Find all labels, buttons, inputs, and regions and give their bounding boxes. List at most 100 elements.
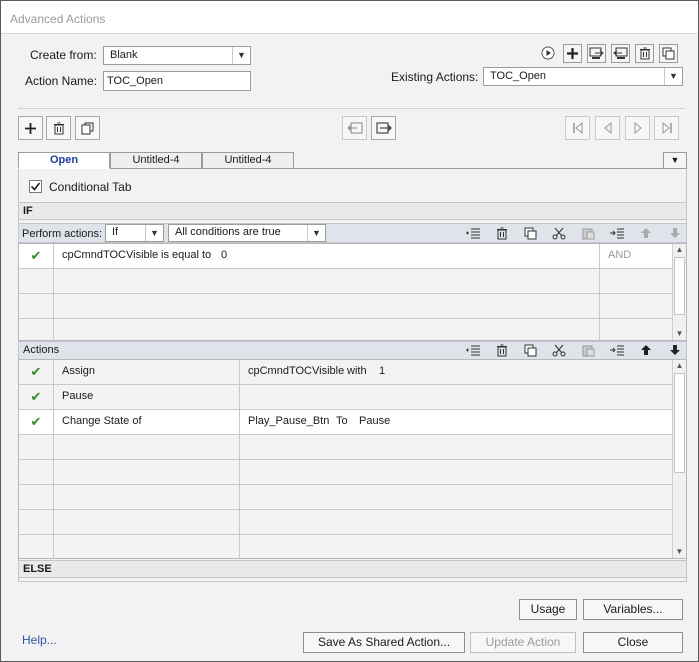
action-target-cell: Play_Pause_Btn	[248, 415, 330, 427]
arrow-down-icon[interactable]	[667, 343, 683, 357]
update-action-button[interactable]: Update Action	[470, 632, 576, 653]
table-row[interactable]	[19, 460, 673, 485]
table-row[interactable]: ✔ Change State of Play_Pause_Btn To Paus…	[19, 410, 673, 435]
table-row[interactable]	[19, 269, 673, 294]
condition-value: 0	[221, 249, 228, 261]
arrow-down-icon[interactable]	[667, 226, 683, 240]
move-left-icon[interactable]	[342, 116, 367, 140]
divider	[18, 108, 685, 109]
cut-icon[interactable]	[551, 343, 567, 357]
insert-row-icon[interactable]	[465, 343, 481, 357]
column-divider	[239, 360, 240, 559]
tab-list-chevron-down-icon[interactable]: ▼	[663, 152, 687, 169]
table-row[interactable]: ✔ Assign cpCmndTOCVisible with 1	[19, 360, 673, 385]
action-name-cell: Change State of	[62, 415, 142, 427]
preview-play-icon[interactable]	[541, 46, 555, 60]
column-divider	[599, 244, 600, 341]
table-row[interactable]	[19, 294, 673, 319]
move-right-icon[interactable]	[371, 116, 396, 140]
import-action-icon[interactable]	[587, 44, 606, 63]
create-from-dropdown[interactable]: Blank ▼	[103, 46, 251, 65]
add-action-icon[interactable]	[563, 44, 582, 63]
condition-mode-dropdown[interactable]: All conditions are true ▼	[168, 224, 326, 242]
existing-actions-label: Existing Actions:	[391, 70, 479, 84]
action-name-cell: Assign	[62, 365, 96, 377]
usage-button[interactable]: Usage	[519, 599, 577, 620]
table-row[interactable]	[19, 510, 673, 535]
condition-logic: AND	[608, 249, 632, 261]
insert-row-below-icon[interactable]	[609, 343, 625, 357]
action-target-cell: cpCmndTOCVisible	[248, 365, 345, 377]
table-row[interactable]	[19, 435, 673, 460]
paste-icon[interactable]	[580, 226, 596, 240]
else-label: ELSE	[23, 563, 52, 575]
table-row[interactable]	[19, 535, 673, 560]
copy-icon[interactable]	[522, 343, 538, 357]
perform-if-value: If	[112, 226, 119, 238]
paste-icon[interactable]	[580, 343, 596, 357]
chevron-down-icon: ▼	[307, 225, 325, 241]
tab-untitled-4[interactable]: Untitled-4	[110, 152, 202, 169]
add-decision-button[interactable]	[18, 116, 43, 140]
tab-untitled-4-second[interactable]: Untitled-4	[202, 152, 294, 169]
scroll-up-icon[interactable]: ▲	[673, 360, 686, 372]
table-row[interactable]	[19, 485, 673, 510]
insert-row-icon[interactable]	[465, 226, 481, 240]
action-name-label: Action Name:	[25, 74, 98, 88]
if-section-header: IF	[18, 202, 687, 220]
condition-mode-value: All conditions are true	[175, 226, 281, 238]
conditions-scrollbar[interactable]: ▲ ▼	[672, 244, 686, 340]
row-enabled-check-icon[interactable]: ✔	[19, 360, 54, 384]
window-title: Advanced Actions	[10, 12, 106, 26]
existing-actions-dropdown[interactable]: TOC_Open ▼	[483, 67, 683, 86]
first-tab-icon[interactable]	[565, 116, 590, 140]
delete-decision-button[interactable]	[46, 116, 71, 140]
scroll-thumb[interactable]	[674, 373, 685, 473]
actions-label: Actions	[23, 344, 60, 356]
actions-scrollbar[interactable]: ▲ ▼	[672, 360, 686, 558]
table-row[interactable]: ✔ cpCmndTOCVisible is equal to 0 AND	[19, 244, 673, 269]
export-action-icon[interactable]	[611, 44, 630, 63]
table-row[interactable]: ✔ Pause	[19, 385, 673, 410]
trash-icon[interactable]	[494, 343, 510, 357]
scroll-down-icon[interactable]: ▼	[673, 328, 686, 340]
row-enabled-check-icon[interactable]: ✔	[19, 410, 54, 434]
scroll-thumb[interactable]	[674, 257, 685, 315]
next-tab-icon[interactable]	[625, 116, 650, 140]
if-label: IF	[23, 205, 33, 217]
row-enabled-check-icon[interactable]: ✔	[19, 244, 54, 268]
last-tab-icon[interactable]	[654, 116, 679, 140]
action-name-cell: Pause	[62, 390, 94, 402]
action-value-cell: Pause	[359, 415, 391, 427]
tab-open[interactable]: Open	[18, 152, 110, 169]
trash-icon[interactable]	[635, 44, 654, 63]
existing-actions-value: TOC_Open	[490, 70, 547, 82]
cut-icon[interactable]	[551, 226, 567, 240]
perform-actions-label: Perform actions:	[22, 228, 103, 240]
scroll-down-icon[interactable]: ▼	[673, 546, 686, 558]
arrow-up-icon[interactable]	[638, 343, 654, 357]
advanced-actions-dialog: Advanced Actions Create from: Blank ▼ Ac…	[0, 0, 699, 662]
scroll-up-icon[interactable]: ▲	[673, 244, 686, 256]
save-as-shared-action-button[interactable]: Save As Shared Action...	[303, 632, 465, 653]
duplicate-decision-button[interactable]	[75, 116, 100, 140]
trash-icon[interactable]	[494, 226, 510, 240]
duplicate-action-icon[interactable]	[659, 44, 678, 63]
insert-row-below-icon[interactable]	[609, 226, 625, 240]
arrow-up-icon[interactable]	[638, 226, 654, 240]
else-section-header[interactable]: ELSE	[18, 560, 687, 578]
condition-variable: cpCmndTOCVisible	[62, 249, 159, 261]
perform-if-dropdown[interactable]: If ▼	[105, 224, 164, 242]
action-name-input[interactable]: TOC_Open	[103, 71, 251, 91]
close-button[interactable]: Close	[583, 632, 683, 653]
help-link[interactable]: Help...	[22, 633, 57, 647]
action-keyword-cell: with	[347, 365, 367, 377]
create-from-label: Create from:	[30, 48, 97, 62]
conditional-tab-checkbox[interactable]	[29, 180, 42, 193]
prev-tab-icon[interactable]	[595, 116, 620, 140]
chevron-down-icon: ▼	[145, 225, 163, 241]
row-enabled-check-icon[interactable]: ✔	[19, 385, 54, 409]
create-from-value: Blank	[110, 49, 138, 61]
variables-button[interactable]: Variables...	[583, 599, 683, 620]
copy-icon[interactable]	[522, 226, 538, 240]
